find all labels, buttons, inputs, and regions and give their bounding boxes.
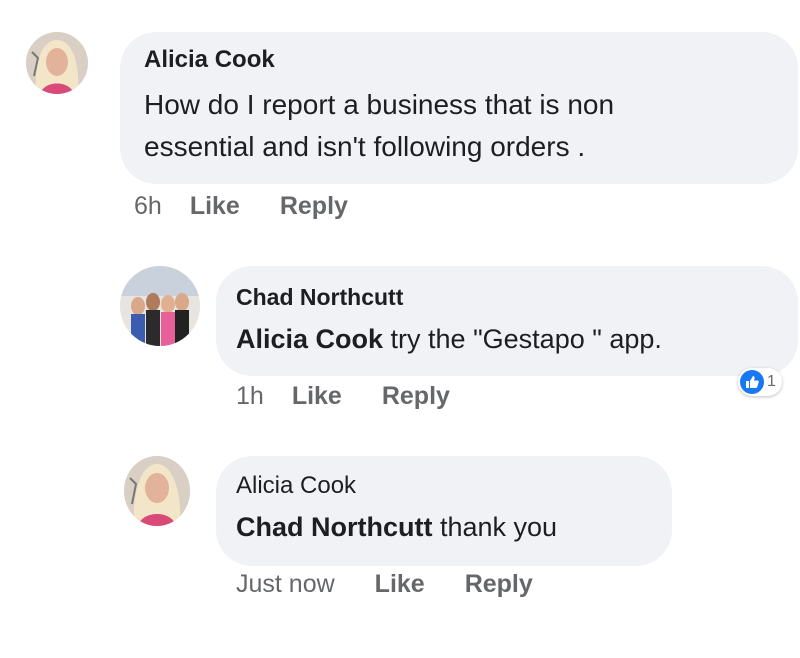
avatar-photo	[26, 32, 88, 94]
comment-timestamp[interactable]: 6h	[134, 192, 162, 221]
avatar-photo	[124, 456, 190, 526]
reply-button[interactable]: Reply	[465, 570, 533, 599]
comment-author[interactable]: Alicia Cook	[236, 472, 356, 500]
comment-text-line: How do I report a business that is non	[144, 89, 615, 120]
comment-text: Alicia Cook try the "Gestapo " app.	[236, 322, 796, 358]
comment-meta: 1h Like Reply	[236, 382, 450, 411]
comment-thread: Alicia Cook How do I report a business t…	[0, 0, 800, 658]
mention-link[interactable]: Alicia Cook	[236, 324, 383, 354]
avatar[interactable]	[26, 32, 88, 94]
comment-author[interactable]: Chad Northcutt	[236, 284, 403, 311]
comment-meta: 6h Like Reply	[134, 192, 348, 221]
mention-link[interactable]: Chad Northcutt	[236, 512, 432, 542]
avatar-photo	[120, 266, 200, 346]
reply-button[interactable]: Reply	[280, 192, 348, 221]
comment-text: How do I report a business that is non e…	[144, 84, 784, 168]
comment-timestamp[interactable]: Just now	[236, 570, 335, 599]
comment-text: Chad Northcutt thank you	[236, 510, 666, 546]
like-button[interactable]: Like	[190, 192, 240, 221]
comment-author[interactable]: Alicia Cook	[144, 46, 275, 74]
comment-timestamp[interactable]: 1h	[236, 382, 264, 411]
avatar[interactable]	[120, 266, 200, 346]
reply-bubble	[216, 266, 798, 376]
reply-button[interactable]: Reply	[382, 382, 450, 411]
comment-body: thank you	[432, 512, 558, 542]
like-button[interactable]: Like	[375, 570, 425, 599]
reaction-count: 1	[767, 373, 776, 390]
avatar[interactable]	[124, 456, 190, 526]
reaction-badge[interactable]: 1	[738, 368, 782, 396]
comment-text-line: essential and isn't following orders .	[144, 131, 586, 162]
comment-body: try the "Gestapo " app.	[383, 324, 662, 354]
like-button[interactable]: Like	[292, 382, 342, 411]
like-reaction-icon	[740, 370, 764, 394]
comment-meta: Just now Like Reply	[236, 570, 533, 599]
